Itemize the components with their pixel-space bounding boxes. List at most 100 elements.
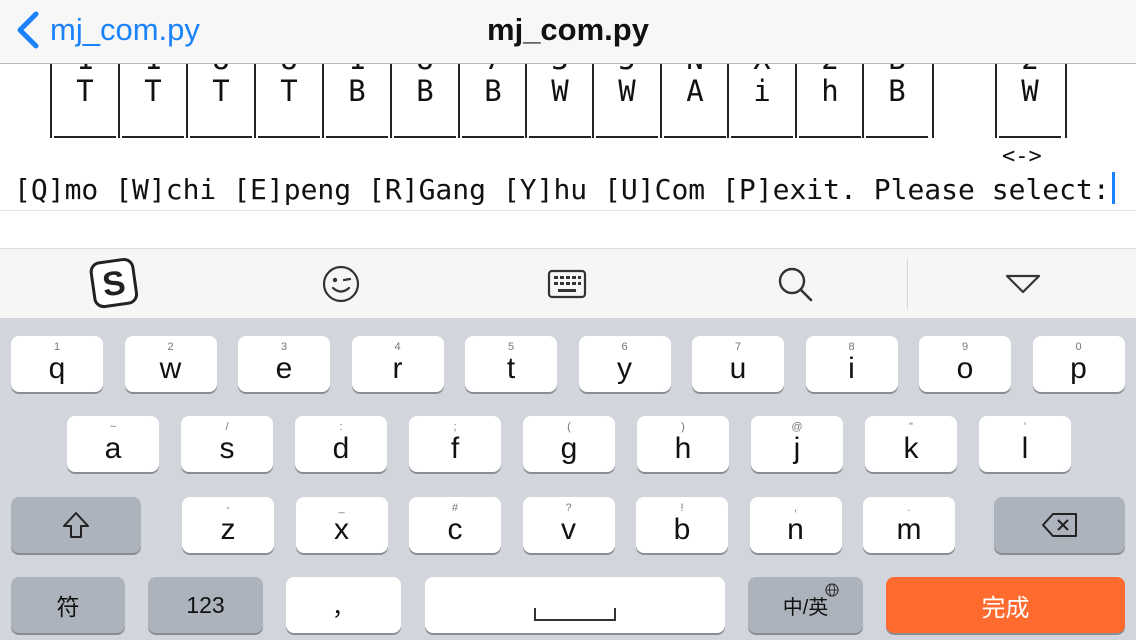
- shift-key[interactable]: [11, 497, 141, 553]
- hide-keyboard-icon: [1005, 274, 1041, 294]
- key-hint: ": [909, 421, 913, 433]
- done-key-label: 完成: [981, 594, 1030, 622]
- key-label: l: [1021, 432, 1029, 465]
- shift-icon: [63, 512, 89, 538]
- key-hint: 9: [961, 341, 969, 353]
- prompt-text: [Q]mo [W]chi [E]peng [R]Gang [Y]hu [U]Co…: [14, 173, 1110, 206]
- key-label: t: [506, 352, 516, 385]
- key-h[interactable]: ) h: [637, 416, 729, 472]
- key-p[interactable]: 0p: [1032, 336, 1125, 392]
- done-key[interactable]: 完成: [886, 577, 1125, 633]
- key-label: j: [793, 432, 801, 465]
- tile-char: B: [484, 74, 502, 108]
- key-t[interactable]: 5t: [465, 336, 557, 392]
- tile-bottom: [664, 136, 726, 138]
- key-hint: #: [451, 502, 459, 514]
- tile-char: A: [686, 74, 704, 108]
- key-hint: ?: [565, 502, 572, 514]
- key-label: p: [1070, 352, 1087, 385]
- key-label: q: [48, 352, 66, 385]
- key-hint: :: [339, 421, 343, 433]
- key-y[interactable]: 6y: [578, 336, 671, 392]
- tile-bottom: [596, 136, 658, 138]
- key-c[interactable]: # c: [409, 497, 501, 553]
- key-label: k: [903, 432, 919, 465]
- key-r[interactable]: 4r: [351, 336, 444, 392]
- key-f[interactable]: ; f: [409, 416, 501, 472]
- key-hint: ': [1023, 421, 1027, 433]
- navigation-bar: mj_com.py mj_com.py: [0, 0, 1136, 64]
- key-q[interactable]: 1q: [11, 336, 103, 392]
- tile-bottom: [999, 136, 1061, 138]
- key-i[interactable]: 8i: [805, 336, 898, 392]
- keyboard-switch-button[interactable]: [532, 249, 602, 319]
- sogou-logo-button[interactable]: S: [78, 249, 150, 319]
- emoji-button[interactable]: [306, 249, 376, 319]
- key-z[interactable]: -z: [182, 497, 274, 553]
- search-icon: [778, 267, 813, 302]
- language-switch-key[interactable]: 中/英: [748, 577, 863, 633]
- key-label: r: [392, 352, 403, 385]
- punctuation-key-label: ，: [332, 594, 355, 620]
- key-hint: ): [681, 421, 685, 433]
- key-l[interactable]: ' l: [979, 416, 1071, 472]
- key-b[interactable]: ! b: [636, 497, 728, 553]
- key-hint: (: [567, 421, 571, 433]
- key-hint: -: [226, 502, 230, 514]
- key-s[interactable]: / s: [181, 416, 273, 472]
- keyboard-icon: [547, 269, 587, 299]
- tile-bottom: [122, 136, 184, 138]
- key-x[interactable]: _ x: [295, 497, 388, 553]
- divider: [0, 210, 1136, 211]
- key-m[interactable]: .m: [863, 497, 955, 553]
- key-hint: ~: [109, 421, 117, 433]
- tile-char: i: [753, 74, 771, 108]
- key-hint: 7: [734, 341, 742, 353]
- key-d[interactable]: :d: [295, 416, 387, 472]
- delete-key[interactable]: [994, 497, 1125, 553]
- key-e[interactable]: 3e: [238, 336, 330, 392]
- tile-bottom: [529, 136, 591, 138]
- key-v[interactable]: ? v: [522, 497, 615, 553]
- key-label: u: [729, 352, 747, 385]
- key-hint: 6: [621, 341, 628, 353]
- key-k[interactable]: " k: [865, 416, 957, 472]
- key-hint: ,: [793, 502, 798, 514]
- key-hint: 1: [53, 341, 61, 353]
- tile-bottom: [394, 136, 456, 138]
- key-g[interactable]: (g: [523, 416, 615, 472]
- key-hint: 2: [167, 341, 174, 353]
- key-label: m: [896, 513, 922, 546]
- tile-char: W: [551, 74, 569, 108]
- terminal-output[interactable]: 1T1T8T8T1B8B7B3W5WNAXi2hBB2W <-> [Q]mo […: [0, 64, 1136, 248]
- key-a[interactable]: ~ a: [67, 416, 159, 472]
- punctuation-key[interactable]: ，: [286, 577, 401, 633]
- search-button[interactable]: [760, 249, 830, 319]
- tile-bottom: [462, 136, 524, 138]
- command-prompt: [Q]mo [W]chi [E]peng [R]Gang [Y]hu [U]Co…: [14, 172, 1115, 206]
- key-label: v: [561, 513, 576, 546]
- hide-keyboard-button[interactable]: [988, 249, 1058, 319]
- tile-bottom: [799, 136, 861, 138]
- key-o[interactable]: 9o: [919, 336, 1011, 392]
- key-label: o: [956, 352, 974, 385]
- tile-bottom: [326, 136, 388, 138]
- key-hint: 0: [1075, 341, 1082, 353]
- key-u[interactable]: 7u: [692, 336, 784, 392]
- key-w[interactable]: 2w: [124, 336, 217, 392]
- keyboard: 符 123 ， 中/英 完成 1 q 2 w 3 e 4 r 5 t 6 y 7 u 8 i 9 o 0 p ~ a / s: [0, 318, 1136, 640]
- numbers-key[interactable]: 123: [148, 577, 263, 633]
- key-j[interactable]: @ j: [751, 416, 843, 472]
- key-n[interactable]: ,n: [749, 497, 842, 553]
- symbol-key[interactable]: 符: [11, 577, 125, 633]
- tile-bottom: [258, 136, 320, 138]
- space-key[interactable]: [425, 577, 725, 633]
- tile-bottom: [731, 136, 793, 138]
- tile-char: B: [888, 74, 906, 108]
- key-label: a: [104, 432, 122, 465]
- key-label: w: [159, 352, 182, 385]
- backspace-icon: [1041, 513, 1077, 537]
- space-icon: [534, 608, 616, 621]
- tile-bottom: [190, 136, 252, 138]
- tile-char: B: [416, 74, 434, 108]
